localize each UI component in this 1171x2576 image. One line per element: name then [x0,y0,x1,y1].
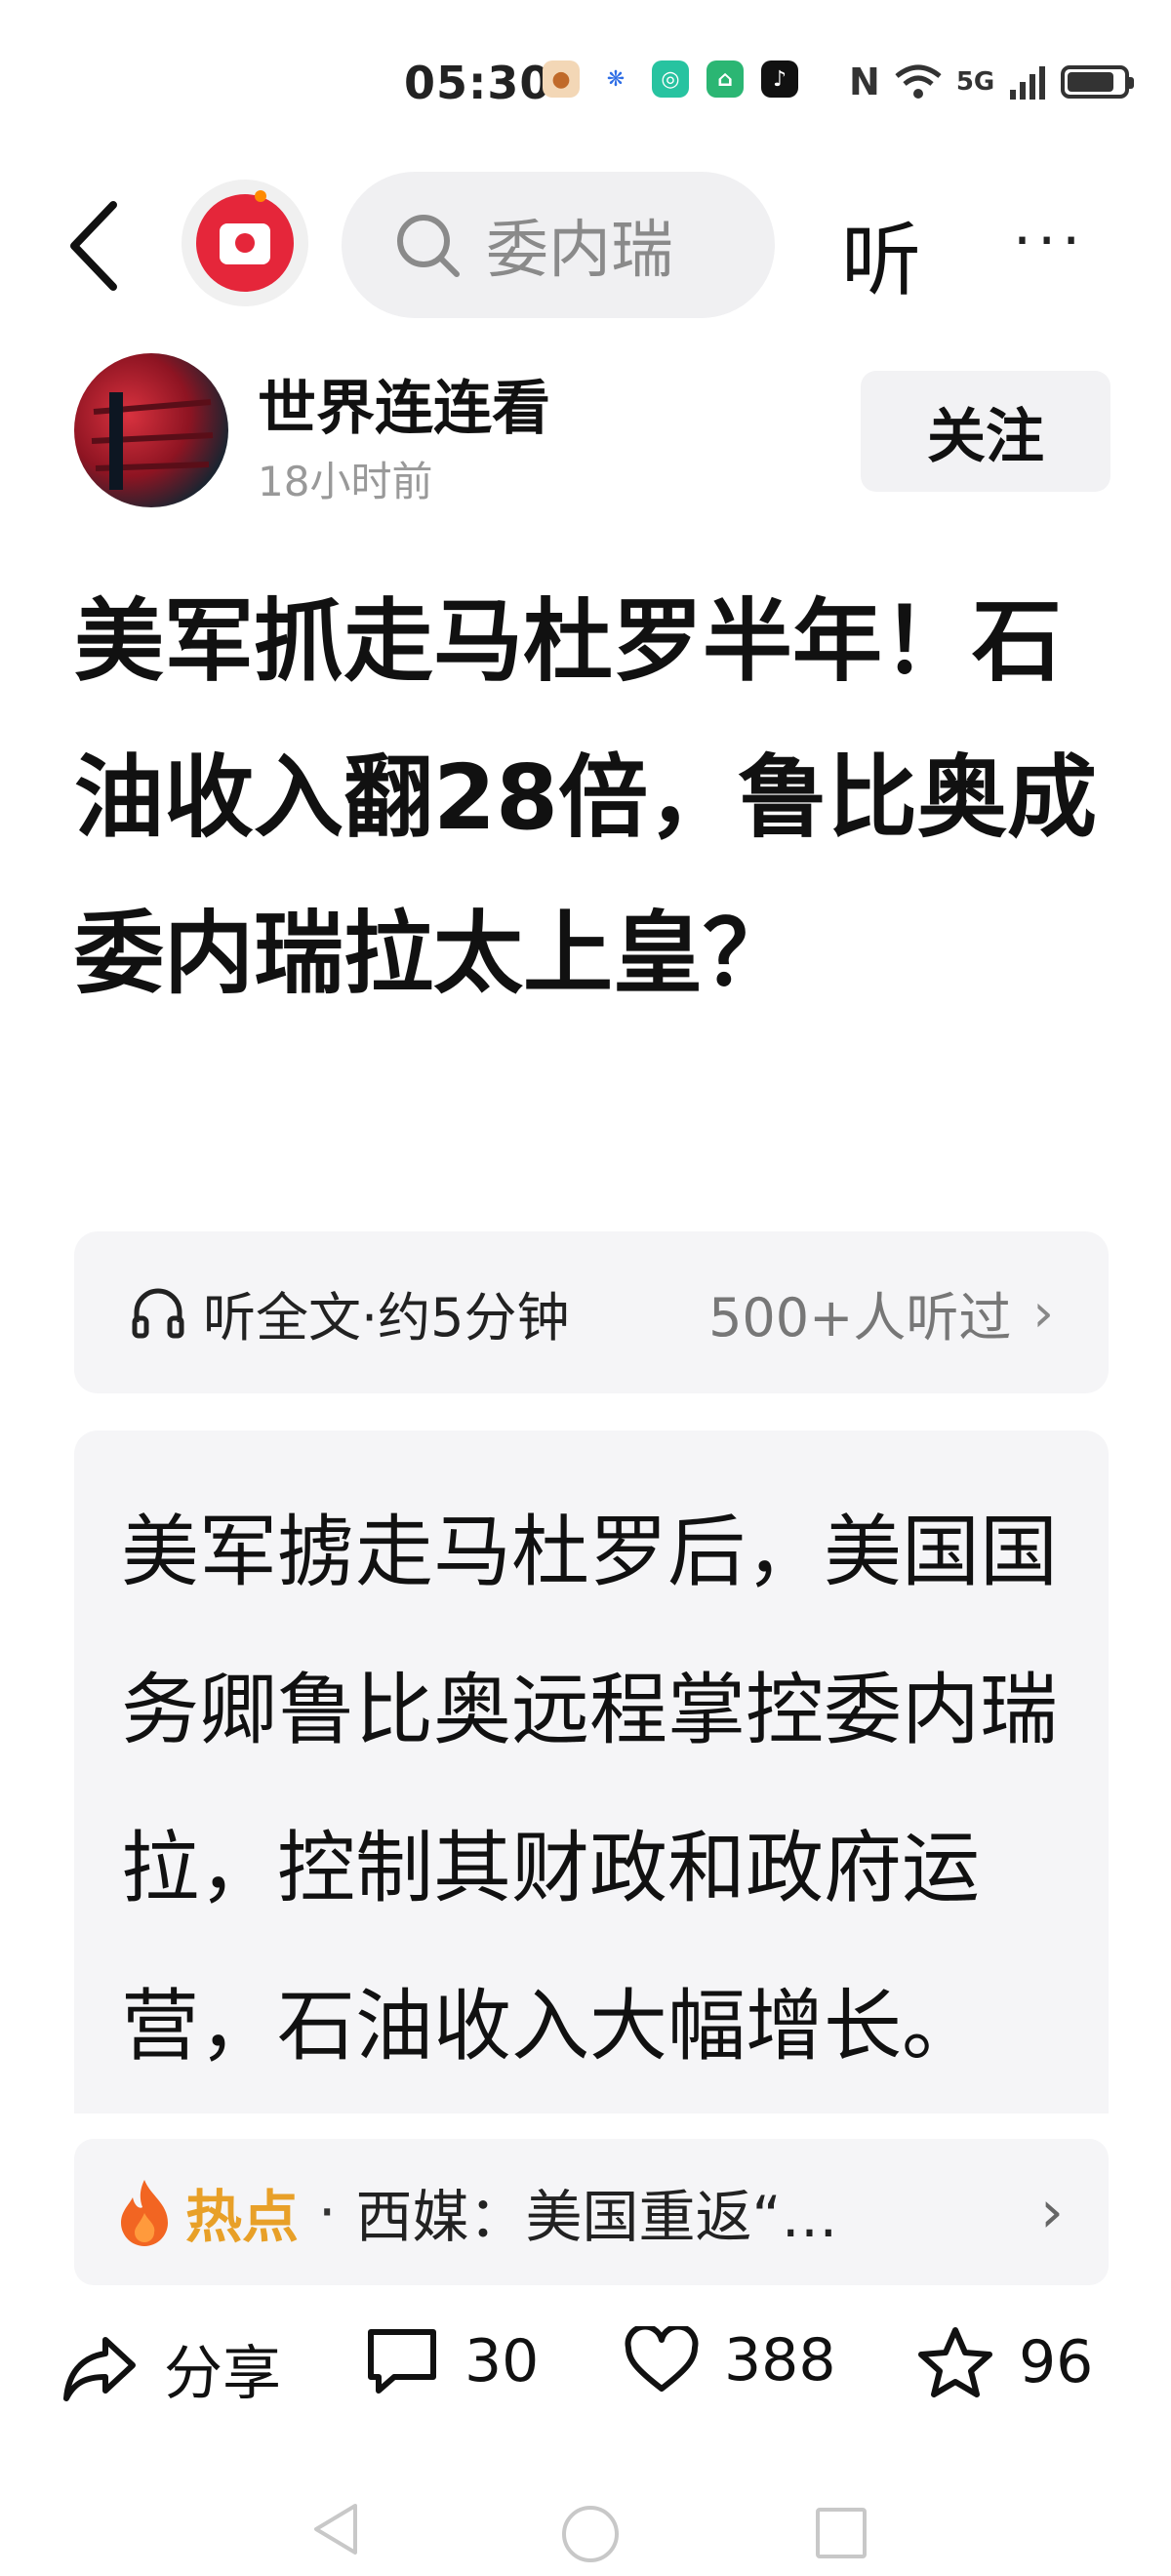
system-back-icon[interactable] [308,2500,363,2558]
star-icon [918,2327,992,2397]
back-button[interactable] [64,199,123,293]
summary-text: 美军掳走马杜罗后，美国国务卿鲁比奥远程掌控委内瑞拉，控制其财政和政府运营，石油收… [121,1507,1058,2072]
search-bar[interactable]: 委内瑞 [342,172,775,318]
follow-button[interactable]: 关注 [861,371,1110,492]
article-title: 美军抓走马杜罗半年！石油收入翻28倍，鲁比奥成委内瑞拉太上皇？ [74,589,1098,1006]
camera-app-icon: ◎ [652,60,689,98]
status-app-icons: ● ❋ ◎ ⌂ ♪ [543,60,798,98]
listen-label: 听全文·约5分钟 [203,1286,570,1348]
post-time: 18小时前 [258,458,433,505]
search-query: 委内瑞 [486,215,673,287]
more-options-button[interactable]: ··· [1013,207,1086,275]
house-app-icon: ⌂ [707,60,744,98]
like-button[interactable]: 388 [625,2326,836,2395]
red-packet-button[interactable] [182,180,308,306]
comment-button[interactable]: 30 [365,2326,539,2396]
listen-button[interactable]: 听 [841,195,921,311]
author-name[interactable]: 世界连连看 [258,361,550,446]
tiktok-icon: ♪ [761,60,798,98]
baidu-paw-icon: ❋ [597,60,634,98]
avatar-image [91,392,214,490]
battery-icon [1061,65,1135,99]
search-icon [397,215,460,277]
network-type: 5G [955,67,995,97]
comment-count: 30 [464,2327,540,2395]
favorite-count: 96 [1019,2328,1094,2396]
share-label: 分享 [164,2340,281,2408]
summary-card[interactable]: 美军掳走马杜罗后，美国国务卿鲁比奥远程掌控委内瑞拉，控制其财政和政府运营，石油收… [74,1430,1109,2113]
listen-full-text-bar[interactable]: 听全文·约5分钟 500+人听过 › [74,1231,1109,1393]
like-count: 388 [724,2326,836,2395]
hot-label: 热点 [185,2184,300,2250]
favorite-button[interactable]: 96 [917,2326,1093,2398]
share-button[interactable]: 分享 [61,2326,281,2411]
listen-count: 500+人听过 [708,1286,1012,1348]
nfc-icon: N [849,60,880,103]
heart-icon [625,2326,699,2392]
headphones-icon [132,1288,184,1339]
avatar[interactable] [74,353,228,507]
signal-icon [1010,66,1046,100]
flame-icon [121,2180,168,2246]
wifi-icon [895,64,942,99]
system-status: N 5G [849,60,1135,103]
cat-app-icon: ● [543,60,580,98]
comment-icon [368,2329,436,2394]
hot-topic-bar[interactable]: 热点 · 西媒：美国重返“… › [74,2139,1109,2285]
hot-separator: · [318,2179,337,2245]
system-home-icon[interactable] [562,2506,619,2562]
share-icon [63,2336,136,2401]
status-time: 05:30 [404,57,552,109]
system-recents-icon[interactable] [816,2508,867,2558]
chevron-right-icon: › [1040,2178,1064,2246]
hot-headline: 西媒：美国重返“… [355,2184,838,2250]
chevron-right-icon: › [1032,1281,1054,1344]
red-packet-icon [196,190,294,292]
